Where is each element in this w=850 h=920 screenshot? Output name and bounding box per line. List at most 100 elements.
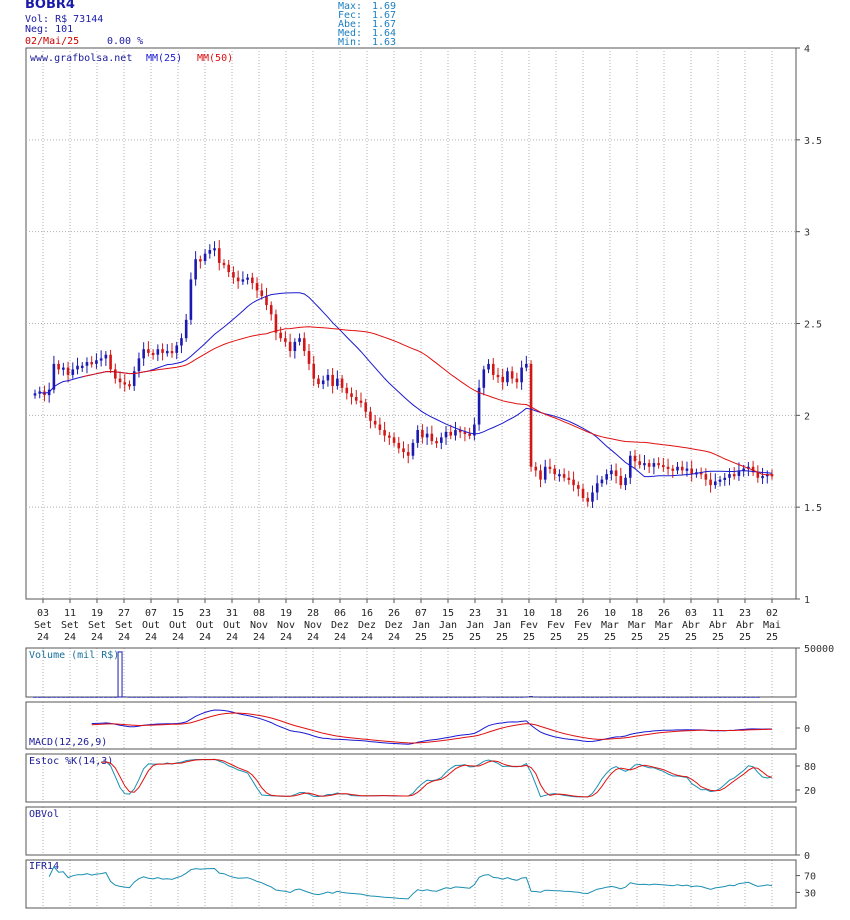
candle	[586, 492, 590, 507]
candle	[751, 460, 755, 476]
candle-body	[449, 431, 453, 436]
x-tick: 10Mar25	[601, 608, 619, 643]
candle-body	[288, 341, 292, 352]
x-tick-month: Fev	[520, 620, 538, 631]
panel-ytick-label: 0	[804, 724, 810, 735]
x-tick-month: Set	[61, 620, 79, 631]
volume-bar	[99, 696, 104, 698]
candle-body	[520, 367, 523, 383]
volume-bar	[415, 696, 420, 698]
candle	[114, 363, 117, 384]
candle-body	[534, 466, 538, 471]
candle	[345, 383, 349, 400]
x-tick-day: 27	[118, 608, 130, 619]
volume-bar	[198, 696, 203, 698]
candle-body	[99, 358, 103, 361]
volume-bar	[193, 696, 198, 698]
legend-ma50: MM(50)	[197, 53, 233, 64]
candle	[761, 467, 764, 485]
volume-bar	[741, 696, 746, 698]
volume-bar	[297, 696, 302, 698]
candle	[184, 313, 188, 342]
volume-bar	[590, 696, 595, 698]
macd-line	[91, 709, 772, 745]
candle	[260, 283, 264, 300]
candle-body	[85, 362, 89, 366]
candle	[99, 350, 103, 367]
volume-bar	[103, 696, 108, 698]
vertical-grid	[42, 48, 773, 908]
volume-bar	[585, 696, 590, 698]
volume-bar	[184, 696, 189, 698]
candle	[600, 475, 604, 487]
candle	[458, 426, 462, 439]
candle-body	[581, 488, 585, 498]
candle-body	[624, 477, 627, 486]
candle	[732, 467, 736, 480]
candle	[520, 360, 523, 390]
candle-body	[510, 371, 514, 379]
volume-bar	[344, 696, 349, 698]
candle-body	[605, 474, 608, 480]
volume-bar	[661, 696, 666, 698]
x-tick-day: 28	[307, 608, 319, 619]
candle-body	[595, 483, 599, 493]
candle	[558, 469, 561, 482]
source-label: www.grafbolsa.net	[30, 53, 132, 64]
volume-bar	[680, 696, 685, 698]
x-tick-year: 24	[361, 632, 373, 643]
x-tick-month: Mar	[655, 620, 673, 631]
candle-body	[529, 363, 533, 467]
candle-body	[255, 283, 259, 291]
volume-bar	[47, 696, 52, 698]
candle	[208, 244, 212, 259]
candle	[317, 374, 320, 388]
panel-ytick-label: 70	[804, 872, 816, 883]
candle-body	[704, 474, 708, 480]
x-tick-month: Abr	[736, 620, 754, 631]
candle	[714, 473, 717, 489]
candle	[66, 361, 70, 383]
x-tick: 26Dez24	[385, 608, 403, 643]
volume-bar	[751, 696, 756, 698]
x-tick-month: Jan	[466, 620, 484, 631]
candle	[406, 443, 410, 464]
x-tick-day: 18	[550, 608, 562, 619]
candle-body	[425, 433, 429, 438]
candle	[539, 464, 542, 488]
candle-body	[217, 248, 221, 263]
volume-bar	[66, 696, 71, 698]
x-tick-year: 25	[469, 632, 481, 643]
candle	[628, 450, 632, 485]
candle-body	[241, 279, 245, 282]
volume-bar	[500, 696, 505, 698]
volume-bar	[207, 696, 212, 698]
stock-chart: 43.532.521.5103Set2411Set2419Set2427Set2…	[25, 44, 834, 909]
x-tick-month: Dez	[358, 620, 376, 631]
candle-body	[435, 441, 438, 444]
candle-body	[421, 430, 424, 438]
candle	[251, 272, 254, 290]
volume-bar	[543, 696, 548, 698]
candle	[699, 467, 703, 480]
candle	[199, 255, 202, 269]
candle	[388, 431, 391, 445]
candle	[62, 362, 65, 376]
x-tick-year: 25	[523, 632, 535, 643]
volume-bar	[240, 696, 245, 698]
candle-body	[312, 363, 316, 379]
x-tick-day: 26	[658, 608, 670, 619]
candle-body	[610, 470, 613, 475]
x-tick-day: 18	[631, 608, 643, 619]
volume-bar	[481, 696, 486, 698]
volume-bar	[84, 696, 89, 698]
candle-body	[501, 376, 505, 383]
candle	[241, 271, 245, 285]
candle	[369, 406, 372, 429]
x-tick: 15Out24	[169, 608, 187, 643]
volume-bar	[174, 696, 179, 698]
x-tick-day: 07	[145, 608, 157, 619]
candle	[194, 251, 197, 286]
x-tick: 31Jan25	[493, 608, 511, 643]
panel-ytick-label: 0	[804, 851, 810, 862]
